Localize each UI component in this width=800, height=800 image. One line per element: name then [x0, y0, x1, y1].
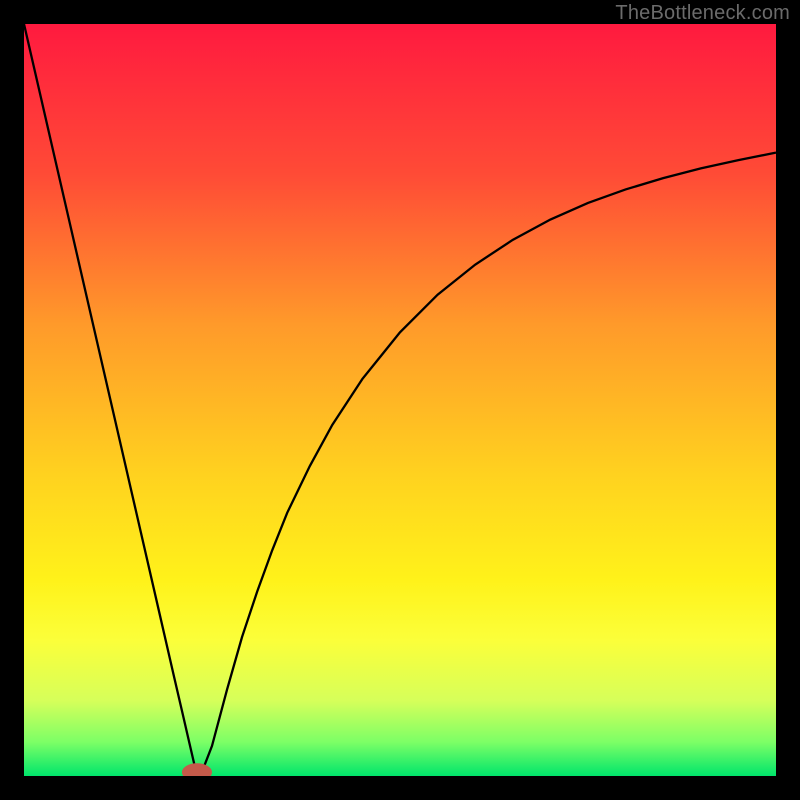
- attribution-label: TheBottleneck.com: [615, 2, 790, 25]
- gradient-background: [24, 24, 776, 776]
- bottleneck-chart: [24, 24, 776, 776]
- chart-frame: TheBottleneck.com: [0, 0, 800, 800]
